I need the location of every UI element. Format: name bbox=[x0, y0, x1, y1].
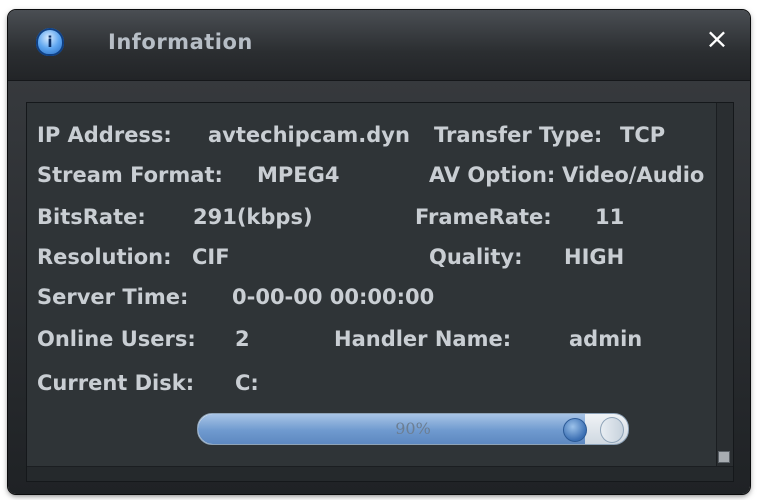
stream-format-value: MPEG4 bbox=[257, 163, 340, 187]
bitsrate-value: 291(kbps) bbox=[193, 205, 313, 229]
av-option-value: Video/Audio bbox=[562, 163, 705, 187]
disk-usage-progress: 90% bbox=[197, 413, 629, 445]
bitsrate-label: BitsRate: bbox=[37, 205, 146, 229]
info-content: IP Address: avtechipcam.dyn Transfer Typ… bbox=[27, 103, 717, 467]
transfer-type-value: TCP bbox=[620, 123, 666, 147]
stream-format-label: Stream Format: bbox=[37, 163, 223, 187]
current-disk-label: Current Disk: bbox=[37, 371, 195, 395]
title-bar[interactable]: i Information × bbox=[8, 10, 750, 81]
info-row-resolution-quality: Resolution: CIF Quality: HIGH bbox=[27, 245, 717, 279]
info-shield-icon: i bbox=[36, 28, 64, 56]
current-disk-value: C: bbox=[235, 371, 259, 395]
info-row-users-handler: Online Users: 2 Handler Name: admin bbox=[27, 327, 717, 361]
quality-label: Quality: bbox=[429, 245, 523, 269]
info-row-bitrate-framerate: BitsRate: 291(kbps) FrameRate: 11 bbox=[27, 205, 717, 239]
resolution-value: CIF bbox=[192, 245, 230, 269]
scroll-handle[interactable] bbox=[718, 451, 730, 463]
quality-value: HIGH bbox=[564, 245, 625, 269]
transfer-type-label: Transfer Type: bbox=[434, 123, 603, 147]
server-time-label: Server Time: bbox=[37, 285, 189, 309]
info-row-stream-av: Stream Format: MPEG4 AV Option: Video/Au… bbox=[27, 163, 717, 197]
resolution-label: Resolution: bbox=[37, 245, 172, 269]
handler-name-label: Handler Name: bbox=[334, 327, 512, 351]
vertical-scrollbar[interactable] bbox=[716, 103, 733, 467]
info-panel: IP Address: avtechipcam.dyn Transfer Typ… bbox=[26, 102, 734, 482]
online-users-label: Online Users: bbox=[37, 327, 196, 351]
framerate-label: FrameRate: bbox=[415, 205, 552, 229]
window-title: Information bbox=[108, 30, 253, 54]
horizontal-scrollbar[interactable] bbox=[27, 466, 733, 481]
ip-address-value: avtechipcam.dyn bbox=[208, 123, 410, 147]
information-dialog: i Information × IP Address: avtechipcam.… bbox=[8, 10, 750, 494]
framerate-value: 11 bbox=[595, 205, 625, 229]
info-row-server-time: Server Time: 0-00-00 00:00:00 bbox=[27, 285, 717, 319]
progress-text: 90% bbox=[395, 419, 431, 438]
online-users-value: 2 bbox=[235, 327, 250, 351]
info-row-ip-transfer: IP Address: avtechipcam.dyn Transfer Typ… bbox=[27, 123, 717, 157]
close-icon[interactable]: × bbox=[702, 24, 732, 54]
info-row-current-disk: Current Disk: C: bbox=[27, 371, 717, 405]
av-option-label: AV Option: bbox=[429, 163, 556, 187]
ip-address-label: IP Address: bbox=[37, 123, 172, 147]
handler-name-value: admin bbox=[569, 327, 643, 351]
server-time-value: 0-00-00 00:00:00 bbox=[232, 285, 435, 309]
